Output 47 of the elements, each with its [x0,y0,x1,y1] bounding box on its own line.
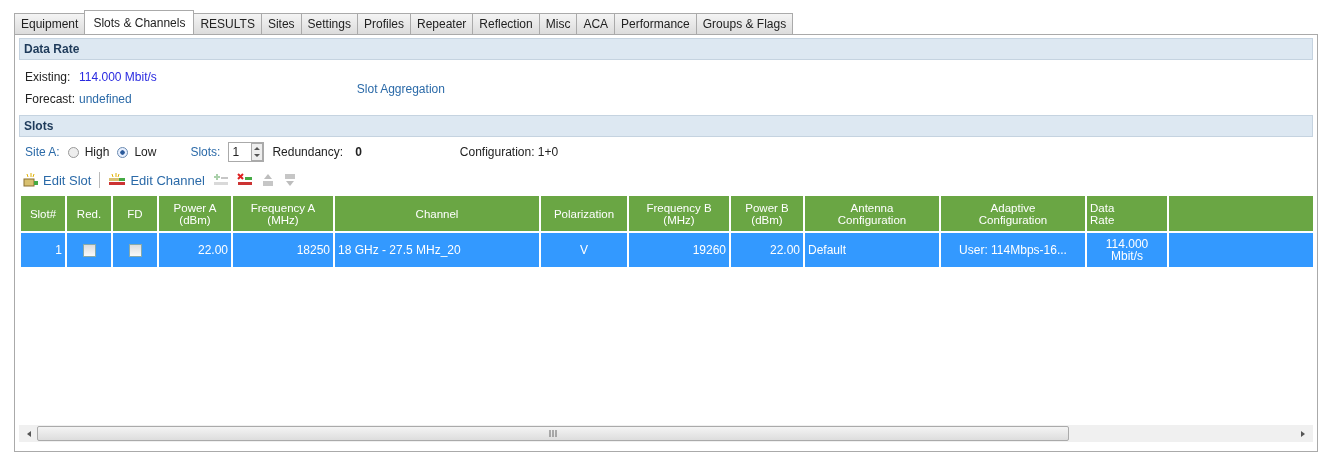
field-label: Slots: [190,145,221,159]
slot-icon [23,173,39,187]
section-header: Slots [19,115,1313,137]
tab[interactable]: Repeater [409,13,474,34]
configuration-text: Configuration: 1+0 [459,145,559,159]
edit-slot-button[interactable]: Edit Slot [23,172,92,188]
scroll-left-icon[interactable] [25,429,33,438]
slot-aggregation-link[interactable]: Slot Aggregation [356,81,445,96]
table-cell: V [541,233,629,267]
table-cell: 22.00 [731,233,805,267]
field-label: Forecast: [25,91,76,106]
table-cell: User: 114Mbps-16... [941,233,1087,267]
field-value: 114.000 Mbit/s [79,69,157,84]
tab[interactable]: ACA [576,13,616,34]
scroll-right-icon[interactable] [1299,429,1307,438]
scrollbar-thumb[interactable] [37,426,1069,441]
tab[interactable]: RESULTS [193,13,262,34]
tab[interactable]: Profiles [356,13,411,34]
grip-icon [549,430,557,437]
slots-spinner[interactable]: 1 [228,142,265,162]
table-cell: 114.000 Mbit/s [1087,233,1169,267]
radio-button[interactable]: Low [117,145,157,159]
field-label: Site A: [25,145,60,159]
checkbox[interactable] [128,243,142,257]
tab[interactable]: Sites [260,13,302,34]
tab[interactable]: Performance [614,13,697,34]
table-cell: 18250 [233,233,335,267]
field-value: 0 [355,145,362,159]
section-header: Data Rate [19,38,1313,60]
table-cell: 18 GHz - 27.5 MHz_20 [335,233,541,267]
delete-row-icon[interactable] [236,173,253,187]
tab[interactable]: Equipment [14,13,86,34]
channel-icon [108,173,127,187]
checkbox[interactable] [82,243,96,257]
field-value: undefined [79,91,133,106]
table-cell: Default [805,233,941,267]
radio-button[interactable]: High [67,145,110,159]
edit-channel-button[interactable]: Edit Channel [108,172,205,188]
tab[interactable]: Groups & Flags [695,13,794,34]
tab[interactable]: Reflection [472,13,540,34]
horizontal-scrollbar[interactable] [19,425,1313,442]
table-cell: 22.00 [159,233,233,267]
tab[interactable]: Settings [300,13,358,34]
table-cell: 19260 [629,233,731,267]
table-cell: 1 [21,233,67,267]
field-label: Existing: [25,69,72,84]
field-label: Redundancy: [272,145,344,159]
